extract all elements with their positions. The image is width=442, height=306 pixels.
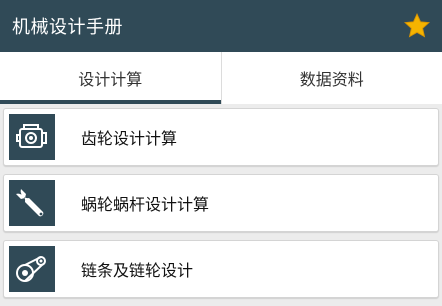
tab-bar: 设计计算 数据资料 <box>0 52 442 104</box>
tab-label: 数据资料 <box>300 66 364 90</box>
list-item-label: 齿轮设计计算 <box>81 125 177 149</box>
calculation-list: 齿轮设计计算 蜗轮蜗杆设计计算 链条及链轮设计 <box>0 108 442 306</box>
wrench-icon <box>9 180 55 226</box>
tab-design-calculation[interactable]: 设计计算 <box>0 52 221 104</box>
list-item-worm-gear-design[interactable]: 蜗轮蜗杆设计计算 <box>3 174 439 232</box>
gear-engine-icon <box>9 114 55 160</box>
list-item-chain-sprocket-design[interactable]: 链条及链轮设计 <box>3 240 439 298</box>
chain-sprocket-icon <box>9 246 55 292</box>
list-item-label: 蜗轮蜗杆设计计算 <box>81 191 209 215</box>
tab-label: 设计计算 <box>78 66 142 90</box>
favorite-star-icon[interactable] <box>402 11 432 41</box>
list-item-gear-design[interactable]: 齿轮设计计算 <box>3 108 439 166</box>
app-title: 机械设计手册 <box>12 13 123 39</box>
app-header: 机械设计手册 <box>0 0 442 52</box>
tab-data-reference[interactable]: 数据资料 <box>221 52 442 104</box>
list-item-label: 链条及链轮设计 <box>81 257 193 281</box>
